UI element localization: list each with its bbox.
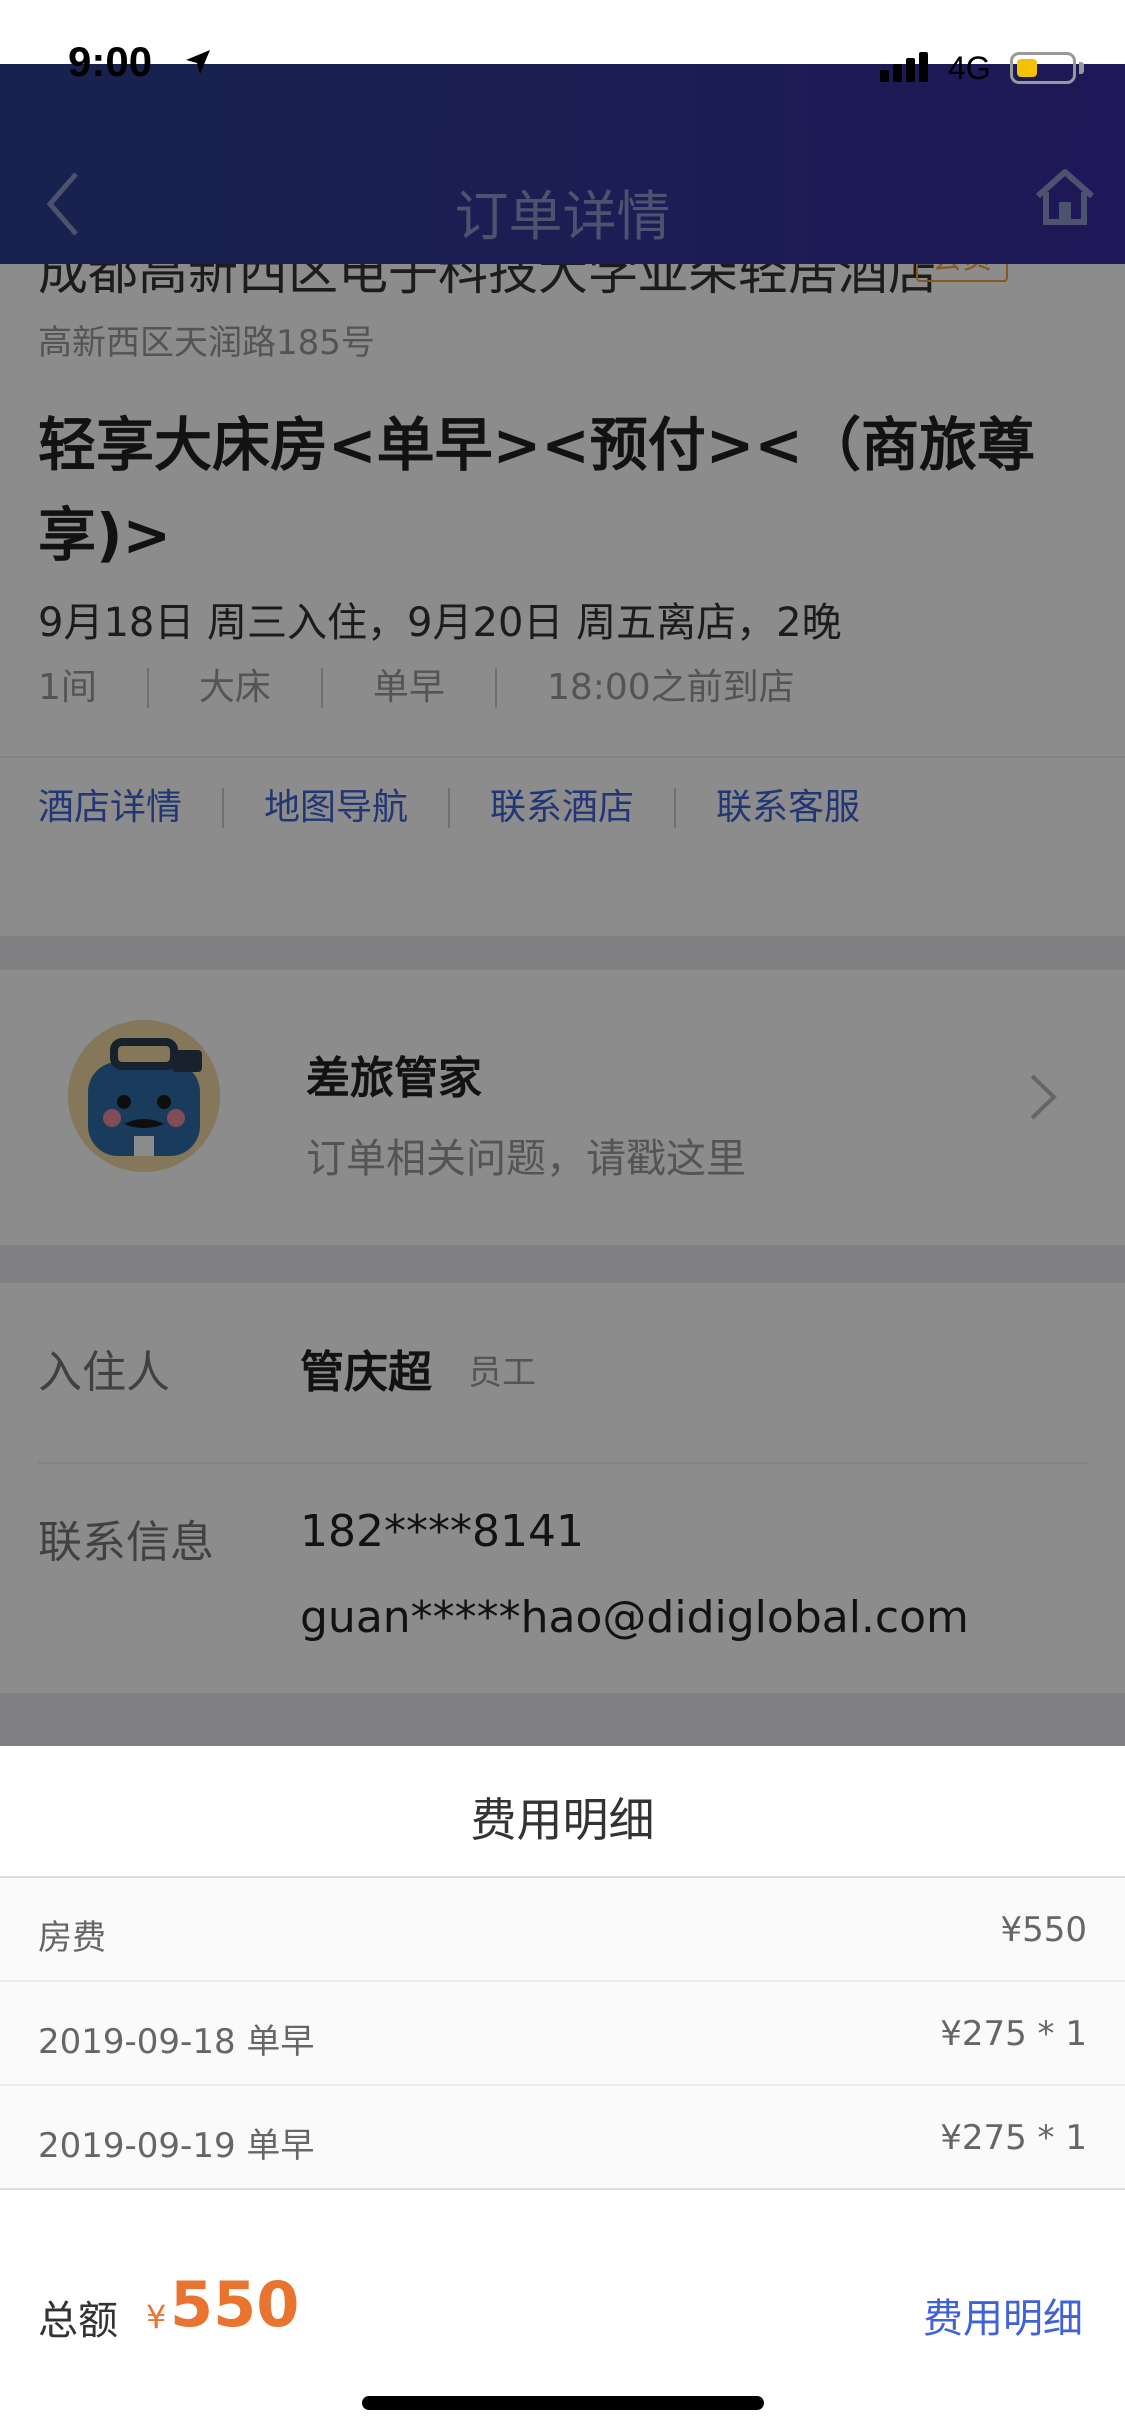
fee-detail-sheet: 费用明细 房费 ¥550 2019-09-18 单早 ¥275 * 1 2019…	[0, 1746, 1125, 2436]
currency-symbol: ¥	[146, 2298, 167, 2336]
fee-value: ¥275 * 1	[940, 2118, 1087, 2158]
fee-detail-toggle-button[interactable]: 费用明细	[923, 2286, 1083, 2344]
sheet-title: 费用明细	[470, 1793, 655, 1847]
fee-label: 2019-09-18 单早	[38, 2022, 315, 2062]
fee-row: 房费 ¥550	[0, 1878, 1125, 1982]
battery-icon	[1010, 52, 1076, 84]
status-bar: 9:00 4G	[0, 0, 1125, 86]
home-indicator[interactable]	[362, 2396, 764, 2410]
fee-row: 2019-09-19 单早 ¥275 * 1	[0, 2086, 1125, 2190]
status-time: 9:00	[68, 38, 153, 85]
fee-list: 房费 ¥550 2019-09-18 单早 ¥275 * 1 2019-09-1…	[0, 1878, 1125, 2190]
fee-row: 2019-09-18 单早 ¥275 * 1	[0, 1982, 1125, 2086]
fee-label: 2019-09-19 单早	[38, 2126, 315, 2166]
battery-cap	[1079, 62, 1084, 74]
location-arrow-icon	[186, 50, 210, 74]
fee-label: 房费	[38, 1918, 106, 1958]
total-amount: 550	[170, 2268, 300, 2341]
total-label: 总额	[38, 2298, 118, 2344]
fee-value: ¥275 * 1	[940, 2014, 1087, 2054]
network-type: 4G	[948, 50, 991, 86]
fee-value: ¥550	[1000, 1910, 1087, 1950]
